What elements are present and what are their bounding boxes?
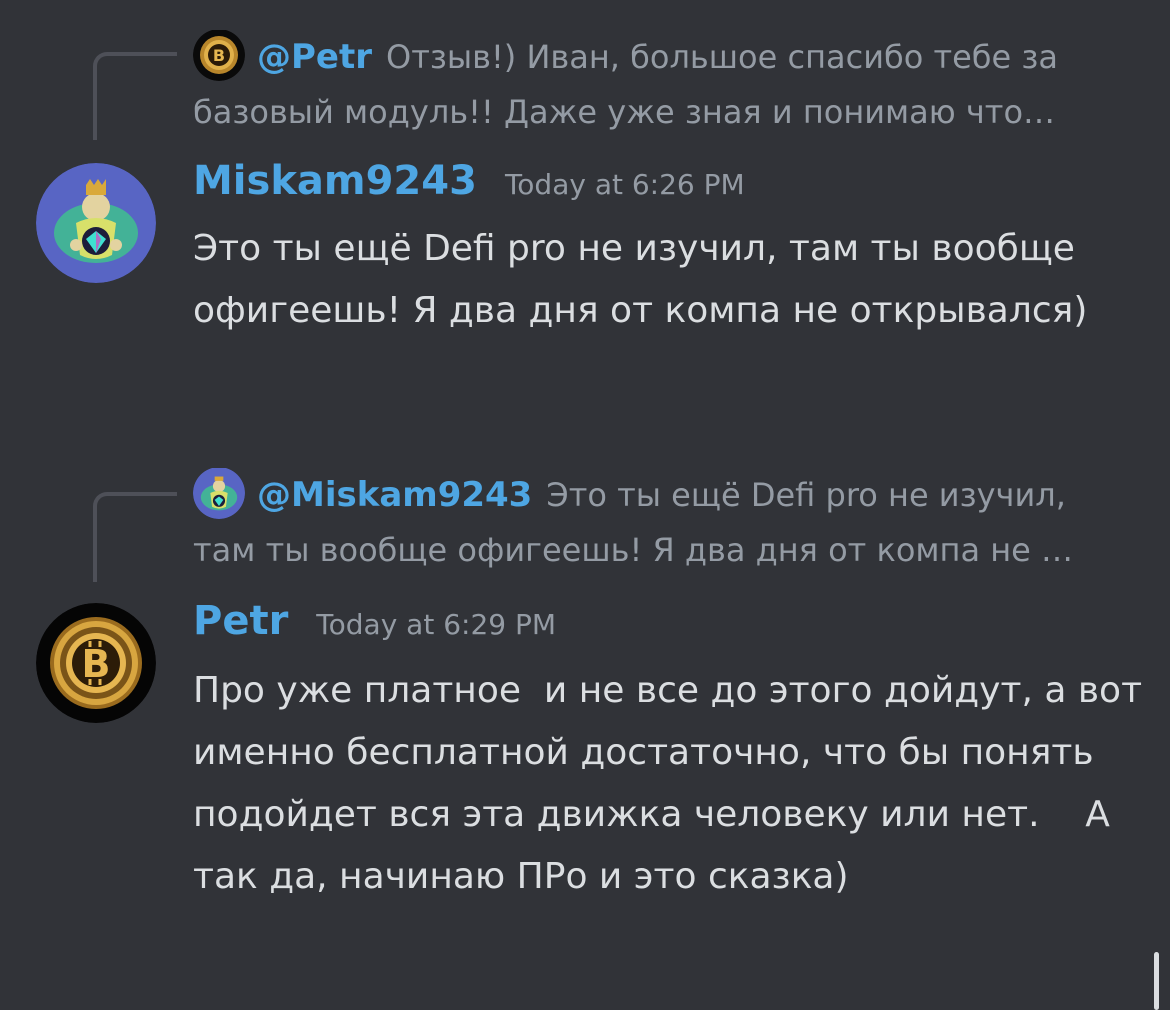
timestamp: Today at 6:26 PM	[504, 168, 745, 201]
svg-text:B: B	[213, 46, 225, 65]
message-header: Miskam9243 Today at 6:26 PM	[193, 158, 745, 204]
king-diamond-avatar-icon	[36, 163, 156, 283]
user-avatar[interactable]: B	[36, 603, 156, 723]
reply-mention[interactable]: @Miskam9243	[257, 475, 532, 515]
message-content: Это ты ещё Defi pro не изучил, там ты во…	[193, 228, 1088, 331]
timestamp: Today at 6:29 PM	[316, 608, 557, 641]
reply-preview[interactable]: B @Petr Отзыв!) Иван, большое спасибо теб…	[193, 30, 1138, 139]
reply-connector-line	[93, 492, 177, 582]
bitcoin-avatar-icon[interactable]: B	[193, 30, 245, 81]
svg-text:B: B	[82, 642, 111, 686]
user-avatar[interactable]	[36, 163, 156, 283]
reply-preview[interactable]: @Miskam9243 Это ты ещё Defi pro не изучил…	[193, 468, 1138, 577]
reply-mention[interactable]: @Petr	[257, 37, 372, 77]
chat-message-list: B @Petr Отзыв!) Иван, большое спасибо теб…	[0, 0, 1170, 1010]
message-header: Petr Today at 6:29 PM	[193, 598, 556, 644]
message-content: Про уже платное и не все до этого дойдут…	[193, 670, 1154, 897]
bitcoin-avatar-icon: B	[36, 603, 156, 723]
username[interactable]: Petr	[193, 598, 288, 644]
scrollbar-thumb[interactable]	[1154, 952, 1159, 1010]
username[interactable]: Miskam9243	[193, 158, 477, 204]
reply-connector-line	[93, 52, 177, 140]
king-diamond-avatar-icon[interactable]	[193, 468, 245, 519]
